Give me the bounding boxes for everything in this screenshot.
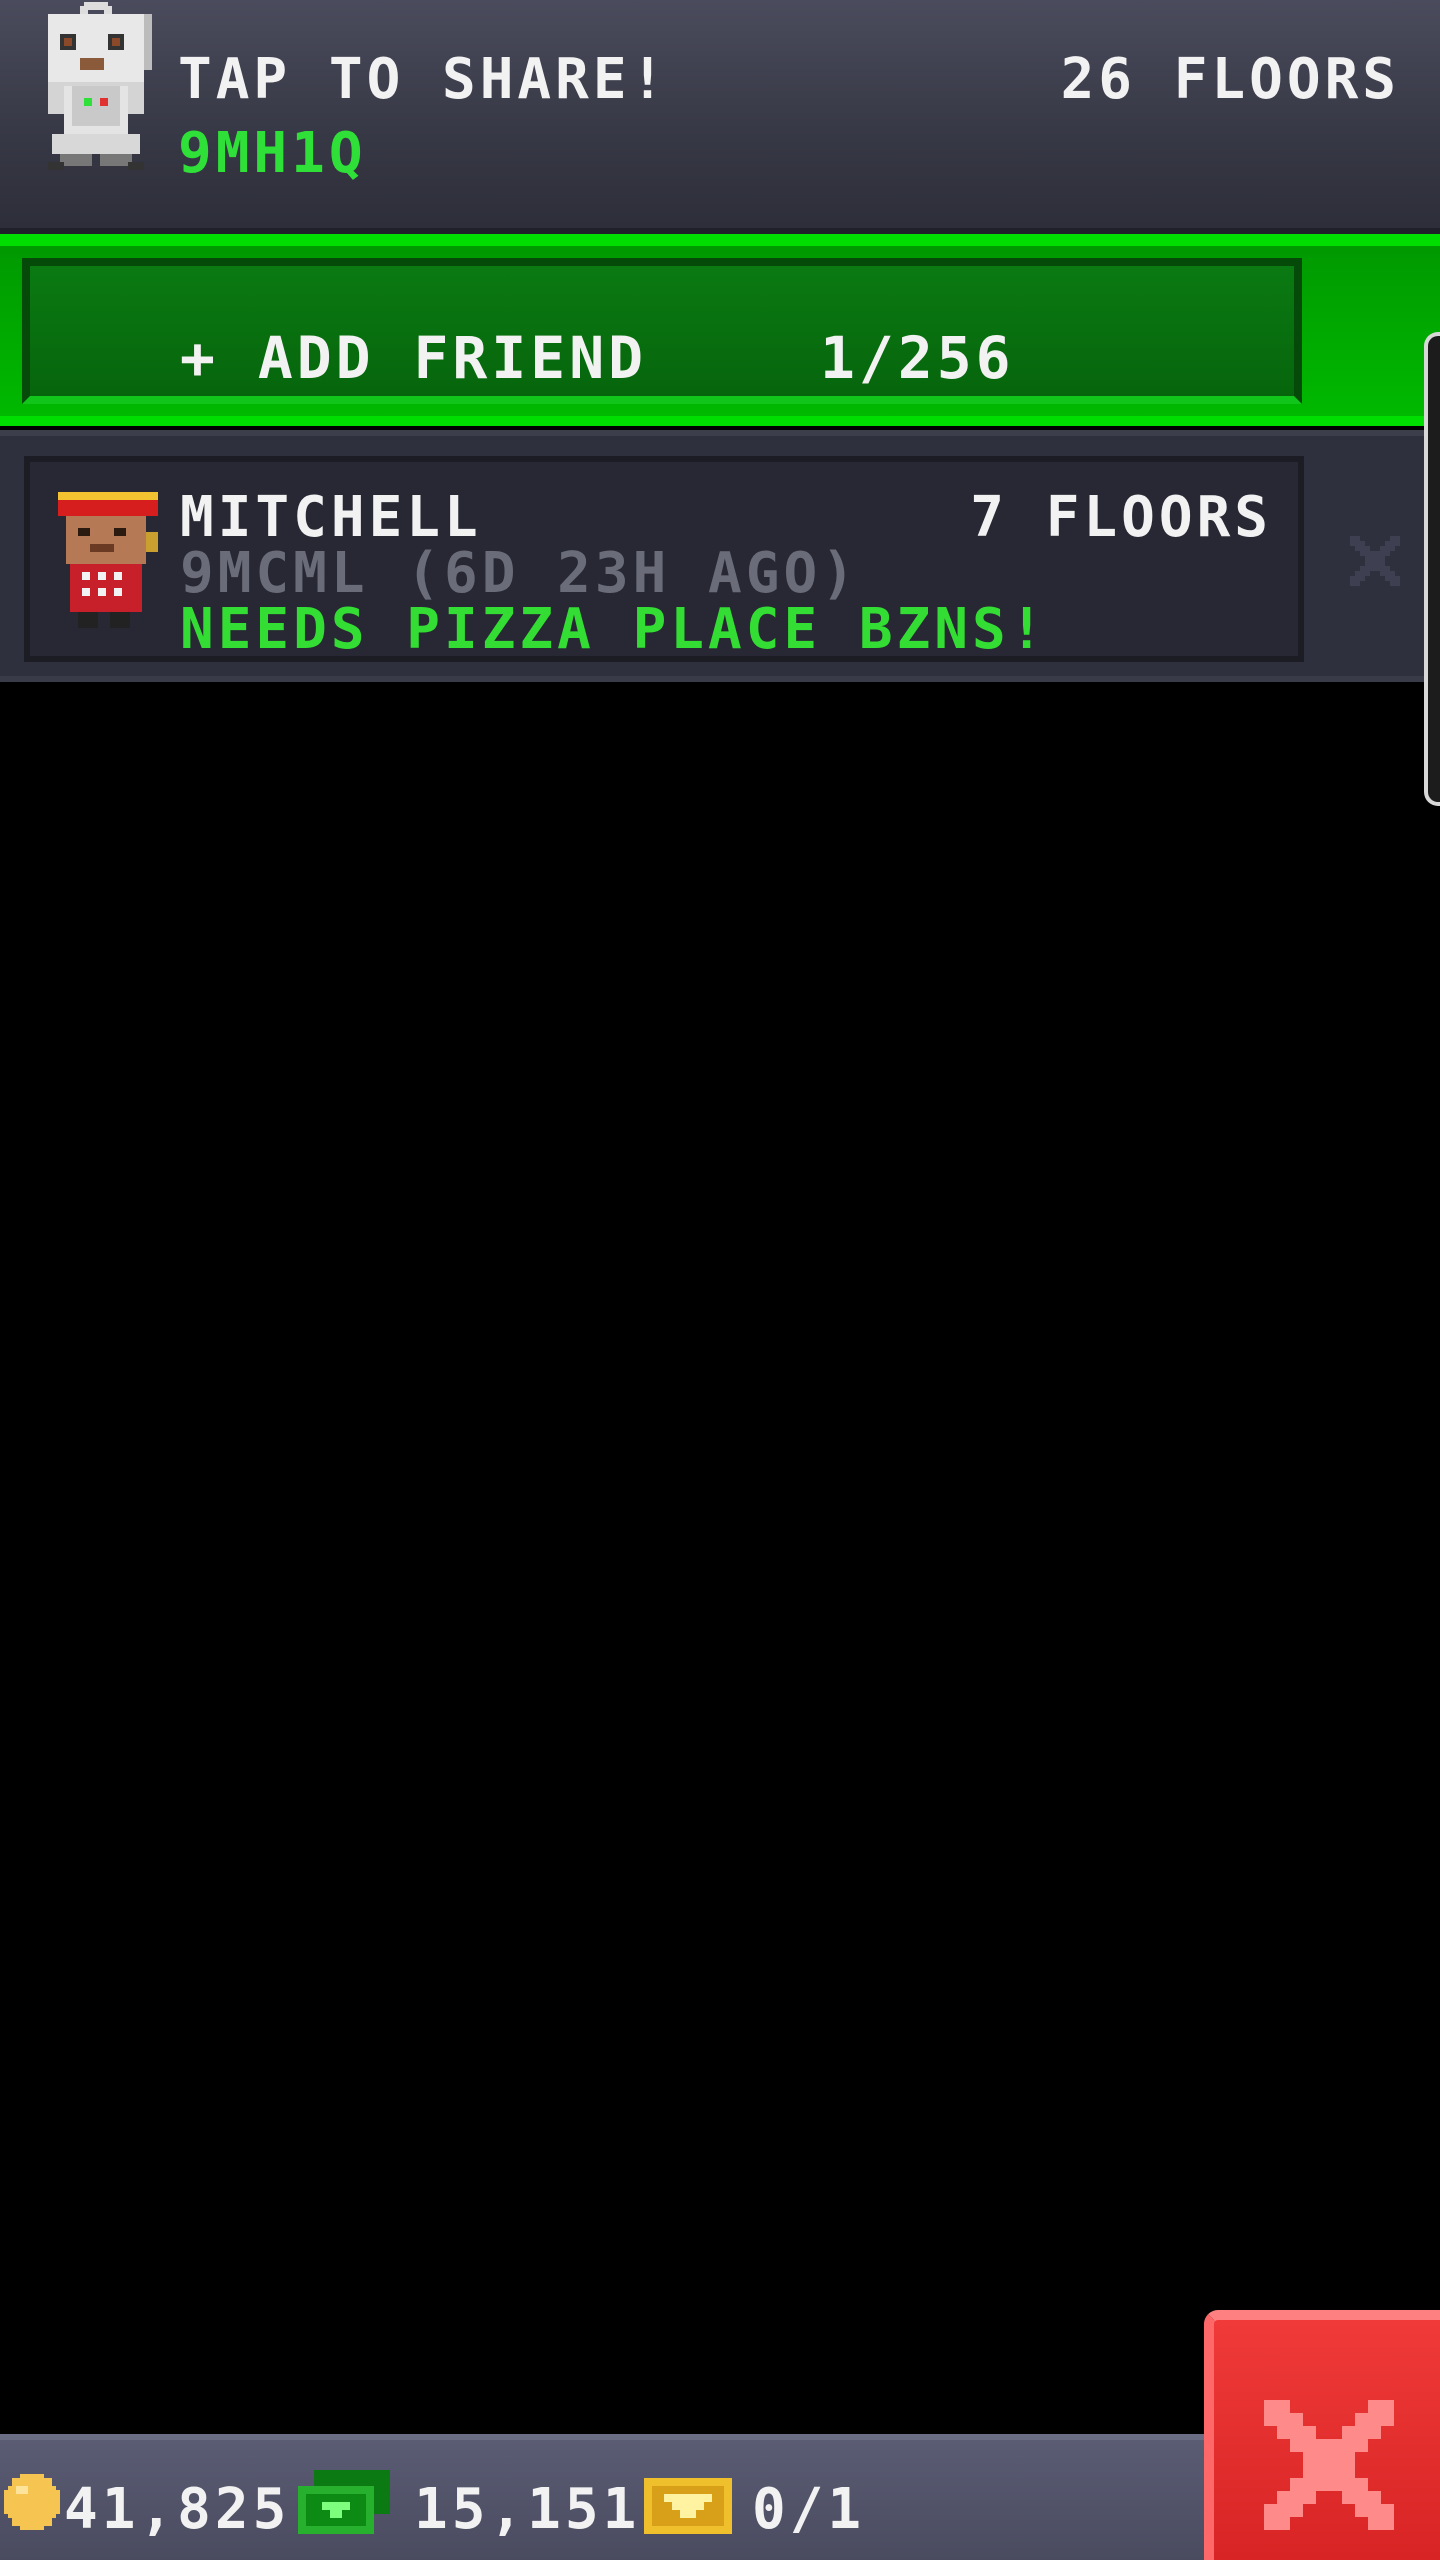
add-friend-band: + ADD FRIEND 1/256 (0, 234, 1440, 426)
player-floors: 26 FLOORS (1060, 47, 1400, 112)
friend-name: MITCHELL (180, 485, 482, 550)
share-title: TAP TO SHARE! (178, 47, 669, 112)
bux-icon (298, 2470, 390, 2534)
close-button[interactable] (1204, 2310, 1440, 2560)
add-friend-button[interactable]: + ADD FRIEND 1/256 (22, 258, 1302, 404)
friend-code-info: 9MCML (6D 23H AGO) (180, 541, 859, 606)
share-header[interactable]: TAP TO SHARE! 9MH1Q 26 FLOORS (0, 0, 1440, 234)
scroll-handle[interactable] (1424, 332, 1440, 806)
add-friend-label: + ADD FRIEND (180, 324, 648, 392)
remove-friend-close-icon[interactable] (1350, 536, 1400, 586)
share-code: 9MH1Q (178, 121, 367, 186)
friend-status: NEEDS PIZZA PLACE BZNS! (180, 597, 1048, 662)
friend-card[interactable]: MITCHELL 7 FLOORS 9MCML (6D 23H AGO) NEE… (24, 456, 1304, 662)
coins-value: 41,825 (64, 2477, 291, 2542)
tickets-value: 0/1 (752, 2477, 866, 2542)
friend-avatar-icon (58, 492, 158, 628)
friend-count: 1/256 (820, 324, 1015, 392)
bux-value: 15,151 (414, 2477, 641, 2542)
player-avatar-icon (48, 2, 152, 170)
friend-floors: 7 FLOORS (970, 485, 1272, 550)
friend-row[interactable]: MITCHELL 7 FLOORS 9MCML (6D 23H AGO) NEE… (0, 430, 1440, 682)
close-icon (1264, 2400, 1394, 2530)
golden-ticket-icon (644, 2478, 732, 2534)
coin-icon (4, 2474, 60, 2530)
